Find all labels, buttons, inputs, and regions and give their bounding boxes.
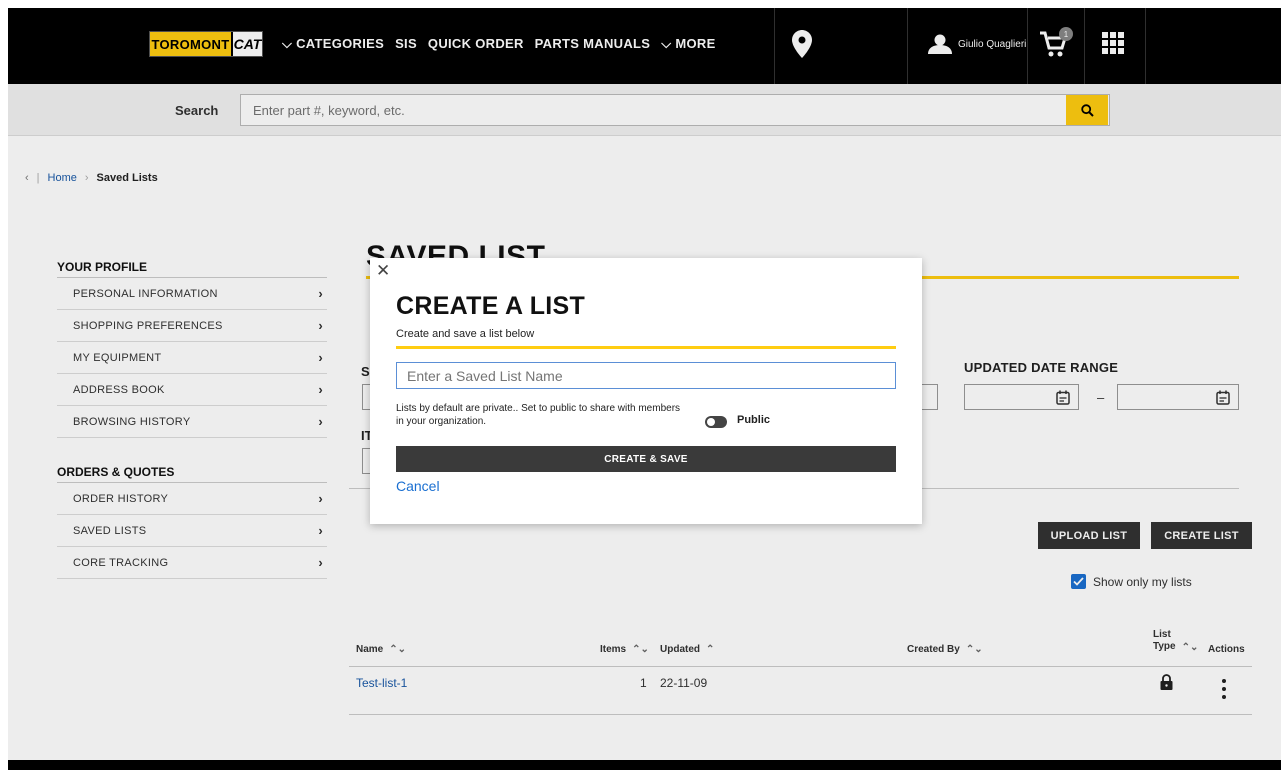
- page-frame: TOROMONT CAT ⌵ CATEGORIES SIS QUICK ORDE…: [8, 8, 1281, 770]
- create-and-save-button[interactable]: CREATE & SAVE: [396, 446, 896, 472]
- privacy-note: Lists by default are private.. Set to pu…: [396, 403, 681, 427]
- create-list-modal: ✕ CREATE A LIST Create and save a list b…: [370, 258, 922, 524]
- public-toggle[interactable]: [705, 416, 727, 428]
- list-name-input[interactable]: [396, 362, 896, 389]
- modal-title: CREATE A LIST: [396, 292, 586, 320]
- close-icon[interactable]: ✕: [376, 262, 390, 279]
- public-toggle-label: Public: [737, 414, 771, 426]
- modal-subtitle: Create and save a list below: [396, 328, 535, 340]
- modal-underline: [396, 346, 896, 349]
- cancel-link[interactable]: Cancel: [396, 478, 440, 494]
